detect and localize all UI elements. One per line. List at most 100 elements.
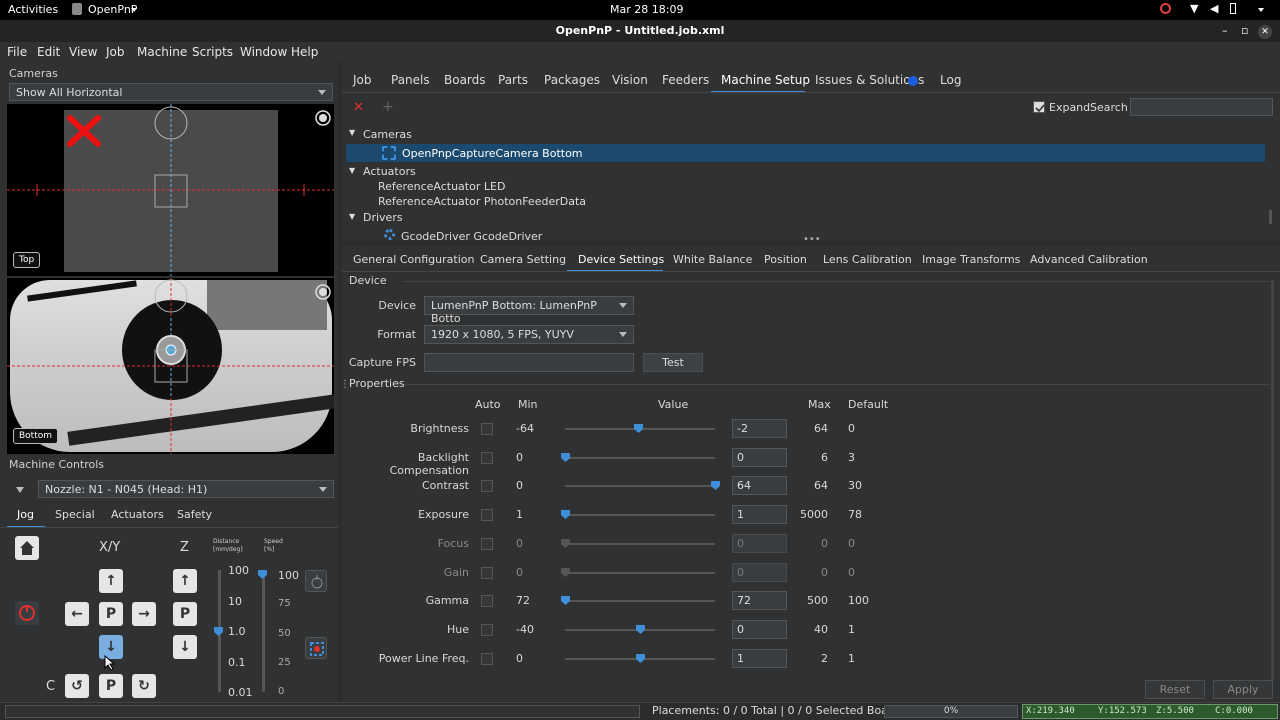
property-auto-checkbox[interactable] [481,538,493,550]
property-value-field[interactable]: 1 [732,505,787,524]
property-slider-handle[interactable] [711,481,720,490]
subtab-lens-calibration[interactable]: Lens Calibration [823,253,912,266]
nozzle-tip-button[interactable] [305,570,327,592]
property-slider[interactable] [565,514,715,516]
subtab-advanced-calibration[interactable]: Advanced Calibration [1030,253,1148,266]
tab-log[interactable]: Log [940,73,961,87]
battery-icon[interactable] [1230,3,1236,14]
home-button[interactable] [15,536,39,560]
jog-z-minus-button[interactable]: ↓ [173,635,197,659]
minimize-button[interactable]: – [1222,20,1228,42]
property-value-field[interactable]: 64 [732,476,787,495]
power-button[interactable] [15,601,39,625]
park-c-button[interactable]: P [99,674,123,698]
horizontal-splitter[interactable]: ••• [342,234,1280,246]
add-icon[interactable]: + [382,99,394,115]
speed-slider-handle[interactable] [258,570,267,579]
close-button[interactable]: ✕ [1258,25,1272,39]
property-slider-handle[interactable] [634,424,643,433]
subtab-image-transforms[interactable]: Image Transforms [922,253,1020,266]
tree-scrollbar[interactable] [1269,210,1272,224]
tab-jog[interactable]: Jog [17,508,34,521]
tree-group-actuators[interactable]: Actuators [363,165,416,178]
device-select[interactable]: LumenPnP Bottom: LumenPnP Botto [424,296,634,325]
ubuntu-icon[interactable] [1160,3,1171,14]
tab-job[interactable]: Job [353,73,372,87]
menu-scripts[interactable]: Scripts [192,45,233,59]
menu-window[interactable]: Window [240,45,287,59]
park-xy-button[interactable]: P [99,602,123,626]
property-value-field[interactable]: 1 [732,649,787,668]
tab-boards[interactable]: Boards [444,73,486,87]
restore-button[interactable]: ▫ [1241,20,1248,42]
subtab-position[interactable]: Position [764,253,807,266]
property-auto-checkbox[interactable] [481,452,493,464]
tab-machine-setup[interactable]: Machine Setup [721,73,810,87]
tab-panels[interactable]: Panels [391,73,430,87]
menu-edit[interactable]: Edit [37,45,60,59]
clock[interactable]: Mar 28 18:09 [610,3,683,16]
property-auto-checkbox[interactable] [481,595,493,607]
property-auto-checkbox[interactable] [481,480,493,492]
subtab-camera-setting[interactable]: Camera Setting [480,253,566,266]
menu-file[interactable]: File [7,45,27,59]
tree-group-cameras[interactable]: Cameras [363,128,412,141]
property-value-field[interactable]: 0 [732,448,787,467]
property-slider[interactable] [565,485,715,487]
property-auto-checkbox[interactable] [481,423,493,435]
jog-y-plus-button[interactable]: ↑ [99,569,123,593]
tab-vision[interactable]: Vision [612,73,648,87]
volume-icon[interactable]: ◀ [1210,2,1218,15]
tree-group-drivers[interactable]: Drivers [363,211,403,224]
property-slider[interactable] [565,457,715,459]
property-slider-handle[interactable] [561,453,570,462]
tab-safety[interactable]: Safety [177,508,212,521]
system-menu-icon[interactable] [1258,8,1264,12]
property-slider-handle[interactable] [561,568,570,577]
jog-z-plus-button[interactable]: ↑ [173,569,197,593]
nozzle-select[interactable]: Nozzle: N1 - N045 (Head: H1) [38,480,334,498]
property-auto-checkbox[interactable] [481,624,493,636]
camera-view-select[interactable]: Show All Horizontal [9,83,333,101]
subtab-white-balance[interactable]: White Balance [673,253,752,266]
property-slider-handle[interactable] [636,625,645,634]
jog-x-plus-button[interactable]: → [132,602,156,626]
tree-item-actuator[interactable]: ReferenceActuator LED [378,180,505,193]
format-select[interactable]: 1920 x 1080, 5 FPS, YUYV [424,325,634,344]
property-value-field[interactable]: 0 [732,534,787,553]
properties-scrollbar[interactable] [1271,280,1274,680]
distance-slider-handle[interactable] [214,627,223,636]
tree-item-actuator[interactable]: ReferenceActuator PhotonFeederData [378,195,586,208]
rotate-cw-button[interactable]: ↻ [132,674,156,698]
menu-machine[interactable]: Machine [137,45,187,59]
menu-job[interactable]: Job [106,45,125,59]
property-value-field[interactable]: 72 [732,591,787,610]
activities-button[interactable]: Activities [8,3,58,16]
property-auto-checkbox[interactable] [481,567,493,579]
property-auto-checkbox[interactable] [481,509,493,521]
property-slider-handle[interactable] [636,654,645,663]
property-slider[interactable] [565,543,715,545]
dro-readout[interactable]: X:219.340 Y:152.573 Z:5.500 C:0.000 [1022,704,1278,719]
machine-tree[interactable]: ▼ Cameras OpenPnpCaptureCamera Bottom ▼ … [342,124,1280,243]
property-slider-handle[interactable] [561,596,570,605]
menu-view[interactable]: View [69,45,97,59]
bottom-camera-view[interactable]: Bottom [7,278,334,454]
property-slider-handle[interactable] [561,539,570,548]
property-slider-handle[interactable] [561,510,570,519]
expand-icon[interactable]: ▼ [349,212,355,221]
speed-slider[interactable] [262,575,265,692]
expand-icon[interactable]: ▼ [349,166,355,175]
apply-button[interactable]: Apply [1213,680,1273,699]
property-auto-checkbox[interactable] [481,653,493,665]
test-button[interactable]: Test [643,353,703,372]
delete-icon[interactable]: ✕ [353,100,364,115]
menu-help[interactable]: Help [291,45,318,59]
tab-feeders[interactable]: Feeders [662,73,709,87]
property-value-field[interactable]: 0 [732,620,787,639]
property-value-field[interactable]: 0 [732,563,787,582]
property-slider[interactable] [565,572,715,574]
tab-actuators[interactable]: Actuators [111,508,164,521]
subtab-device-settings[interactable]: Device Settings [578,253,664,266]
expand-checkbox[interactable] [1033,101,1045,113]
